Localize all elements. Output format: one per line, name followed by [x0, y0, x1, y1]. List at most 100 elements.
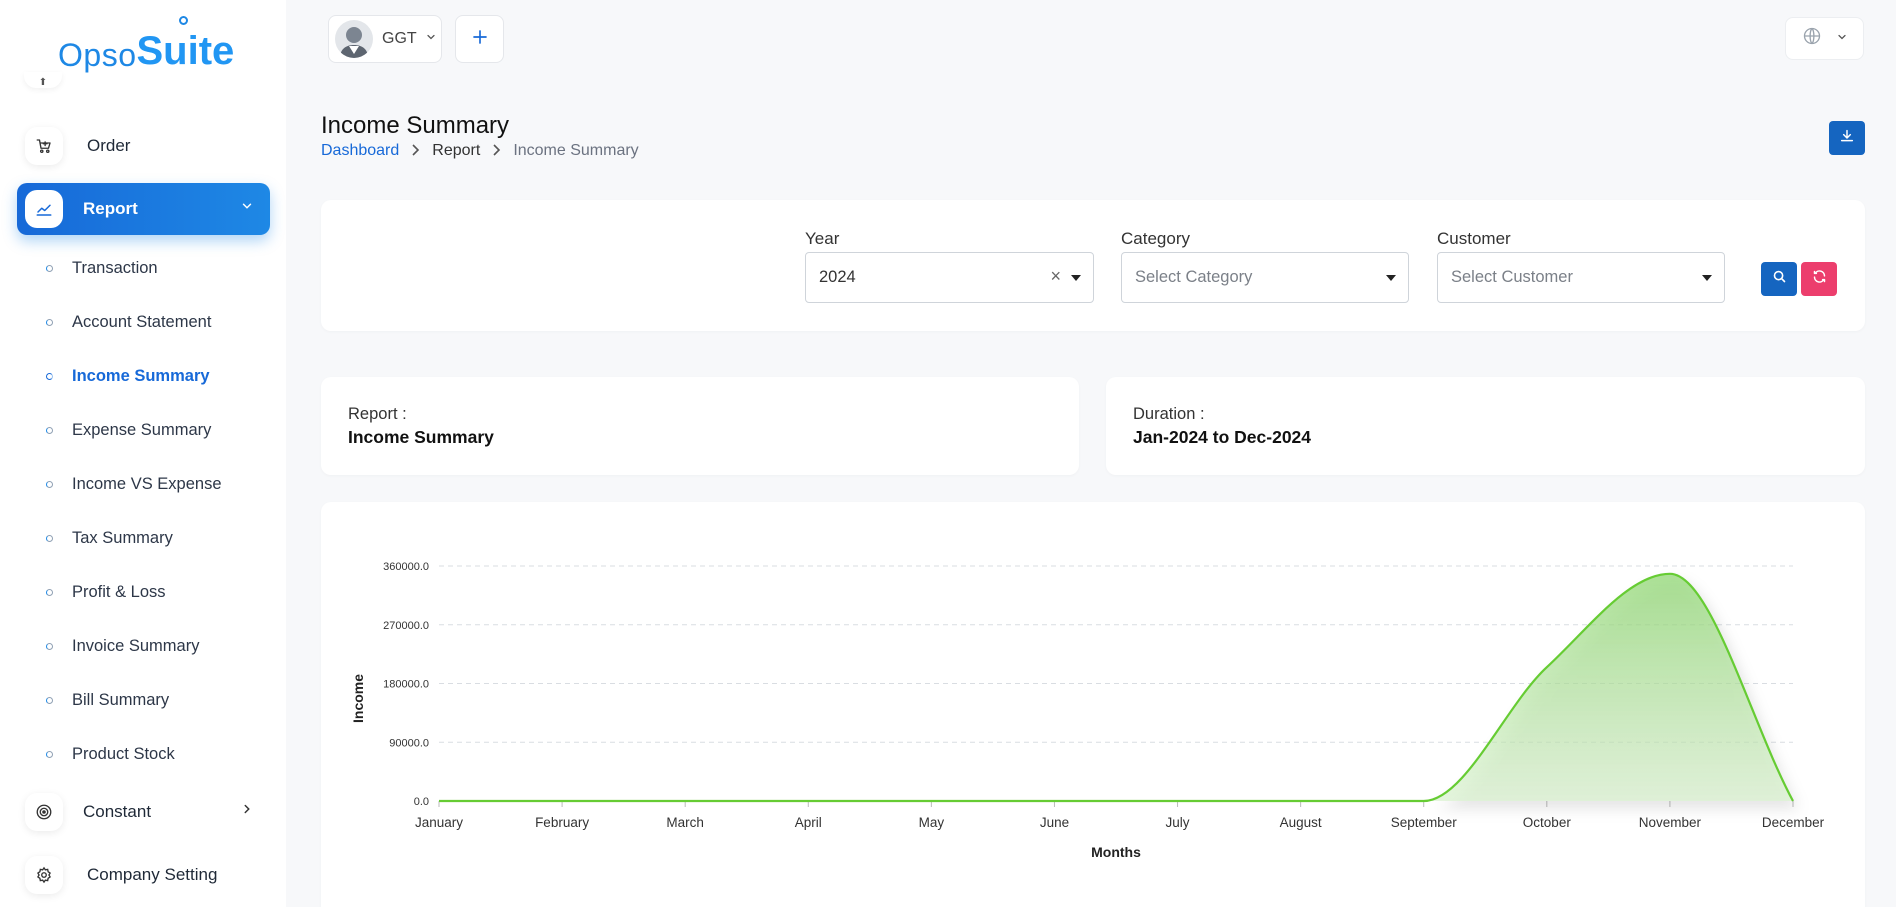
- x-axis-title: Months: [1091, 844, 1141, 860]
- refresh-icon: [1812, 269, 1827, 289]
- x-tick-label: December: [1762, 815, 1825, 830]
- submenu-item-tax-summary[interactable]: Tax Summary: [46, 525, 173, 551]
- income-area-chart: 0.0 90000.0 180000.0 270000.0 360000.0 Januar…: [350, 561, 1825, 860]
- category-label: Category: [1121, 229, 1190, 248]
- submenu-item-expense-summary[interactable]: Expense Summary: [46, 417, 211, 443]
- target-icon: [25, 793, 63, 831]
- x-tick-label: May: [919, 815, 945, 830]
- chevron-down-icon: [240, 199, 254, 218]
- search-button[interactable]: [1761, 262, 1797, 296]
- avatar: [335, 20, 373, 58]
- caret-down-icon: [1071, 275, 1081, 281]
- report-info-card: Report : Income Summary: [321, 377, 1079, 475]
- sidebar-item-order[interactable]: Order: [17, 120, 270, 172]
- add-button[interactable]: [455, 15, 504, 63]
- year-value: 2024: [819, 268, 856, 286]
- year-label: Year: [805, 229, 840, 248]
- duration-key: Duration :: [1133, 405, 1205, 423]
- category-select[interactable]: Select Category: [1121, 252, 1409, 303]
- bullet-icon: [46, 318, 53, 326]
- opsosuite-logo[interactable]: Opso Suite: [58, 14, 234, 74]
- clear-icon[interactable]: ×: [1050, 266, 1061, 287]
- sidebar-item-label: Company Setting: [87, 865, 218, 884]
- chevron-right-icon: [411, 143, 420, 159]
- breadcrumb-dashboard[interactable]: Dashboard: [321, 142, 399, 160]
- income-area-fill: [439, 573, 1793, 801]
- submenu-item-transaction[interactable]: Transaction: [46, 255, 158, 281]
- x-tick-label: October: [1523, 815, 1572, 830]
- bullet-icon: [46, 372, 53, 380]
- logo-dot: [179, 16, 188, 25]
- x-tick-label: February: [535, 815, 589, 830]
- customer-select[interactable]: Select Customer: [1437, 252, 1725, 303]
- x-tick-label: June: [1040, 815, 1069, 830]
- sidebar-item-label: Constant: [83, 802, 152, 821]
- y-tick-label: 270000.0: [383, 620, 429, 632]
- x-tick-label: September: [1391, 815, 1458, 830]
- partial-nav-icon[interactable]: ⬆: [24, 72, 62, 88]
- cart-icon: [25, 127, 63, 165]
- duration-info-card: Duration : Jan-2024 to Dec-2024: [1106, 377, 1865, 475]
- bullet-icon: [46, 534, 53, 542]
- y-tick-label: 90000.0: [389, 737, 429, 749]
- chevron-right-icon: [240, 802, 254, 821]
- category-placeholder: Select Category: [1135, 268, 1253, 286]
- breadcrumb: Dashboard Report Income Summary: [321, 142, 639, 160]
- y-tick-label: 180000.0: [383, 679, 429, 691]
- bullet-icon: [46, 480, 53, 488]
- x-tick-label: November: [1639, 815, 1702, 830]
- caret-down-icon: [1386, 275, 1396, 281]
- chart-line-icon: [25, 190, 63, 228]
- company-switcher[interactable]: GGT: [328, 15, 442, 63]
- sidebar-item-report[interactable]: Report: [17, 183, 270, 235]
- submenu-item-income-vs-expense[interactable]: Income VS Expense: [46, 471, 222, 497]
- x-tick-label: March: [666, 815, 704, 830]
- bullet-icon: [46, 696, 53, 704]
- chevron-down-icon: [425, 30, 437, 48]
- sidebar-item-label: Report: [83, 199, 138, 218]
- x-tick-label: April: [795, 815, 822, 830]
- company-name: GGT: [382, 30, 417, 47]
- x-tick-label: August: [1280, 815, 1322, 830]
- y-tick-label: 360000.0: [383, 561, 429, 573]
- language-selector[interactable]: [1785, 17, 1864, 60]
- y-tick-label: 0.0: [414, 796, 429, 808]
- customer-label: Customer: [1437, 229, 1511, 248]
- plus-icon: [471, 28, 489, 51]
- x-tick-label: July: [1166, 815, 1190, 830]
- globe-icon: [1802, 26, 1822, 51]
- breadcrumb-current: Income Summary: [513, 142, 639, 159]
- search-icon: [1772, 269, 1787, 289]
- bullet-icon: [46, 426, 53, 434]
- x-tick-label: January: [415, 815, 463, 830]
- y-axis-title: Income: [350, 674, 366, 723]
- sidebar-item-constant[interactable]: Constant: [17, 786, 270, 838]
- chevron-right-icon: [492, 143, 501, 159]
- submenu-item-account-statement[interactable]: Account Statement: [46, 309, 211, 335]
- sidebar: Opso Suite ⬆ Order Report Transaction Acc…: [0, 0, 286, 907]
- page-title: Income Summary: [321, 112, 510, 139]
- sidebar-item-label: Order: [87, 136, 131, 155]
- bullet-icon: [46, 588, 53, 596]
- bullet-icon: [46, 750, 53, 758]
- submenu-item-bill-summary[interactable]: Bill Summary: [46, 687, 169, 713]
- submenu-item-profit-loss[interactable]: Profit & Loss: [46, 579, 166, 605]
- gear-icon: [25, 856, 63, 894]
- submenu-item-invoice-summary[interactable]: Invoice Summary: [46, 633, 199, 659]
- bullet-icon: [46, 264, 53, 272]
- submenu-item-product-stock[interactable]: Product Stock: [46, 741, 175, 767]
- income-chart-card: 0.0 90000.0 180000.0 270000.0 360000.0 Januar…: [321, 502, 1865, 907]
- download-icon: [1839, 128, 1855, 149]
- report-value: Income Summary: [348, 427, 494, 447]
- breadcrumb-report: Report: [432, 142, 481, 159]
- download-button[interactable]: [1829, 121, 1865, 155]
- report-key: Report :: [348, 405, 407, 423]
- submenu-item-income-summary[interactable]: Income Summary: [46, 363, 210, 389]
- year-select[interactable]: 2024 ×: [805, 252, 1094, 303]
- bullet-icon: [46, 642, 53, 650]
- reset-button[interactable]: [1801, 262, 1837, 296]
- caret-down-icon: [1702, 275, 1712, 281]
- sidebar-item-company-setting[interactable]: Company Setting: [17, 849, 270, 901]
- customer-placeholder: Select Customer: [1451, 268, 1573, 286]
- chevron-down-icon: [1836, 30, 1848, 48]
